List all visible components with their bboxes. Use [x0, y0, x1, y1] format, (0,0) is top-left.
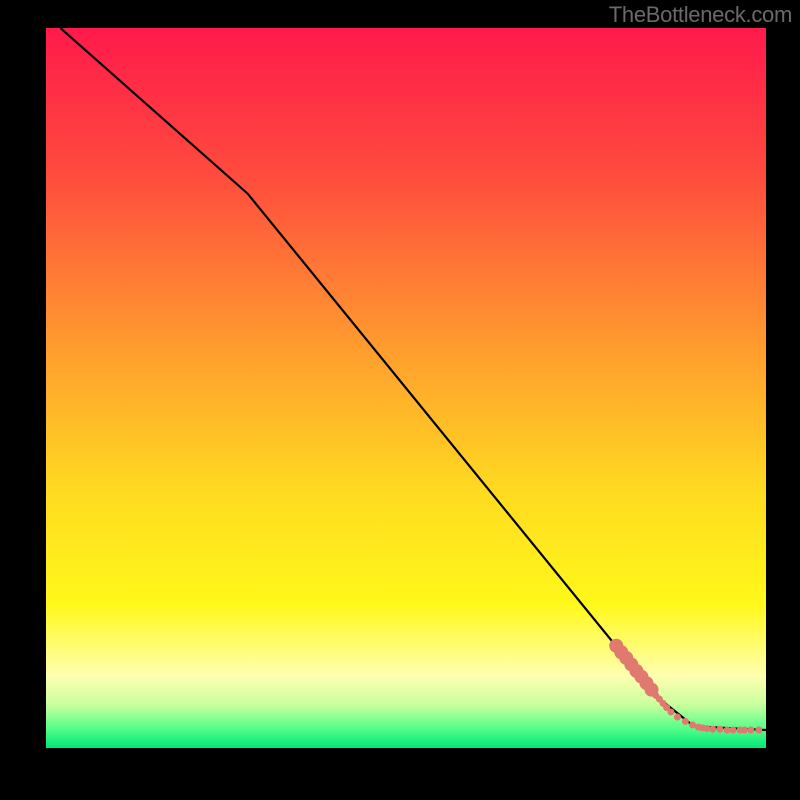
plot-svg — [46, 28, 766, 748]
marker-dot — [747, 727, 754, 734]
marker-dot — [755, 727, 762, 734]
marker-dot — [716, 726, 723, 733]
plot-area — [46, 28, 766, 748]
marker-dot — [667, 709, 674, 716]
chart-frame: TheBottleneck.com — [0, 0, 800, 800]
marker-dot — [709, 726, 716, 733]
watermark-text: TheBottleneck.com — [609, 2, 792, 28]
marker-dot — [729, 727, 736, 734]
marker-dot — [682, 718, 689, 725]
marker-dot — [674, 714, 681, 721]
marker-dot — [741, 727, 748, 734]
